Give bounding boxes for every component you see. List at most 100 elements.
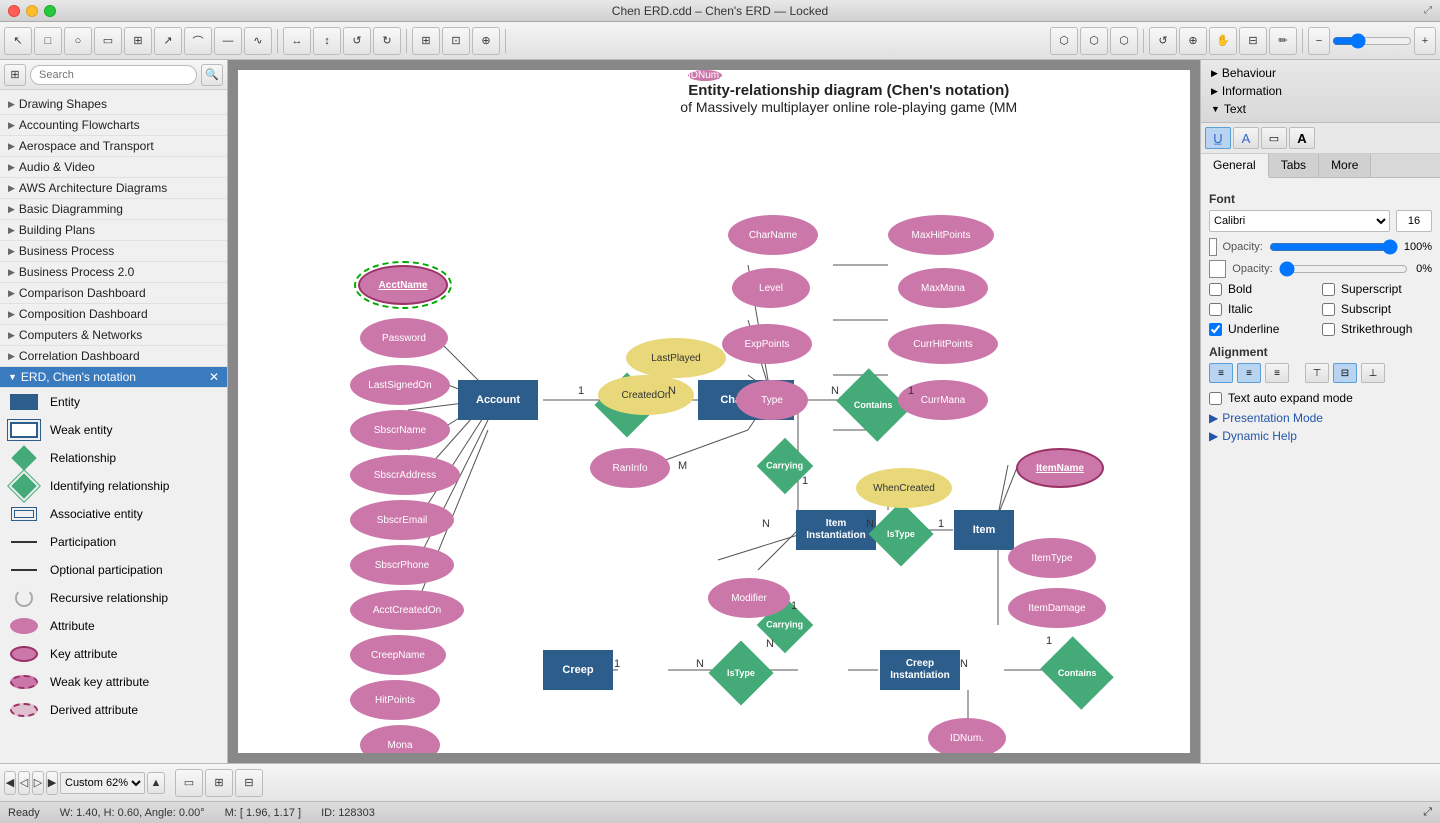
attr-charname[interactable]: CharName <box>728 215 818 255</box>
dynamic-help-link[interactable]: ▶ Dynamic Help <box>1209 427 1432 445</box>
text-color-tool[interactable]: A <box>1233 127 1259 149</box>
next-page-btn[interactable]: ▷ <box>32 771 44 795</box>
italic-checkbox[interactable] <box>1209 303 1222 316</box>
attr-exppoints[interactable]: ExpPoints <box>722 324 812 364</box>
attr-type[interactable]: Type <box>736 380 808 420</box>
behaviour-section[interactable]: ▶ Behaviour <box>1207 64 1434 82</box>
shape-weak-key-attribute[interactable]: Weak key attribute <box>0 668 227 696</box>
sidebar-view-btn[interactable]: ⊞ <box>4 64 26 86</box>
attr-modifier[interactable]: Modifier <box>708 578 790 618</box>
bezier-tool[interactable]: ∿ <box>244 27 272 55</box>
attr-currhitpoints[interactable]: CurrHitPoints <box>888 324 998 364</box>
zoom-out-icon[interactable]: − <box>1308 27 1330 55</box>
diagram-canvas[interactable]: Entity-relationship diagram (Chen's nota… <box>238 70 1190 753</box>
shape-entity[interactable]: Entity <box>0 388 227 416</box>
line-tool[interactable]: — <box>214 27 242 55</box>
text-font-tool[interactable]: A <box>1289 127 1315 149</box>
attr-mona[interactable]: Mona <box>360 725 440 753</box>
scroll-left-btn[interactable]: ◀ <box>4 771 16 795</box>
scroll-right-btn[interactable]: ▶ <box>46 771 58 795</box>
search-input[interactable] <box>30 65 197 85</box>
curved-tool[interactable]: ⌒ <box>184 27 212 55</box>
sidebar-item-business-process-20[interactable]: ▶ Business Process 2.0 <box>0 262 227 283</box>
minimize-button[interactable] <box>26 5 38 17</box>
attr-sbscrname[interactable]: SbscrName <box>350 410 450 450</box>
pencil-btn[interactable]: ✏ <box>1269 27 1297 55</box>
shape-identifying-relationship[interactable]: Identifying relationship <box>0 472 227 500</box>
subscript-checkbox[interactable] <box>1322 303 1335 316</box>
prev-page-btn[interactable]: ◁ <box>18 771 30 795</box>
bold-checkbox[interactable] <box>1209 283 1222 296</box>
attr-maxhitpoints[interactable]: MaxHitPoints <box>888 215 994 255</box>
valign-top-btn[interactable]: ⊤ <box>1305 363 1329 383</box>
zoom-select[interactable]: Custom 62% 50% 75% 100% 150% <box>60 772 145 794</box>
shape-attribute[interactable]: Attribute <box>0 612 227 640</box>
table-tool[interactable]: ⊞ <box>124 27 152 55</box>
superscript-checkbox[interactable] <box>1322 283 1335 296</box>
attr-creepname[interactable]: CreepName <box>350 635 446 675</box>
shape-derived-attribute[interactable]: Derived attribute <box>0 696 227 724</box>
sidebar-item-drawing-shapes[interactable]: ▶ Drawing Shapes <box>0 94 227 115</box>
presentation-mode-link[interactable]: ▶ Presentation Mode <box>1209 409 1432 427</box>
zoom-button[interactable] <box>44 5 56 17</box>
rotate-left[interactable]: ↺ <box>343 27 371 55</box>
attr-createdon[interactable]: CreatedOn <box>598 375 694 415</box>
canvas-area[interactable]: Entity-relationship diagram (Chen's nota… <box>228 60 1200 763</box>
rotate-right[interactable]: ↻ <box>373 27 401 55</box>
valign-middle-btn[interactable]: ⊟ <box>1333 363 1357 383</box>
single-page-btn[interactable]: ▭ <box>175 769 203 797</box>
attr-raninfo[interactable]: RanInfo <box>590 448 670 488</box>
refresh-btn[interactable]: ↺ <box>1149 27 1177 55</box>
entity-item[interactable]: Item <box>954 510 1014 550</box>
attr-sbscremail[interactable]: SbscrEmail <box>350 500 454 540</box>
relationship-contains2[interactable]: Contains <box>1040 636 1114 710</box>
shape-associative-entity[interactable]: Associative entity <box>0 500 227 528</box>
search-btn[interactable]: 🔍 <box>201 64 223 86</box>
flip-h[interactable]: ↔ <box>283 27 311 55</box>
sidebar-item-correlation-dashboard[interactable]: ▶ Correlation Dashboard <box>0 346 227 367</box>
entity-item-instantiation[interactable]: Item Instantiation <box>796 510 876 550</box>
attr-password[interactable]: Password <box>360 318 448 358</box>
maximize-icon[interactable]: ⤢ <box>1424 5 1432 16</box>
rect-tool[interactable]: □ <box>34 27 62 55</box>
shape-optional-participation[interactable]: Optional participation <box>0 556 227 584</box>
relationship-istype-item[interactable]: IsType <box>868 501 933 566</box>
color-swatch1[interactable] <box>1209 238 1217 256</box>
fit-width-btn[interactable]: ⬡ <box>1110 27 1138 55</box>
tab-more[interactable]: More <box>1319 154 1371 177</box>
text-section[interactable]: ▼ Text <box>1207 100 1434 118</box>
tab-tabs[interactable]: Tabs <box>1269 154 1319 177</box>
sidebar-item-computers-networks[interactable]: ▶ Computers & Networks <box>0 325 227 346</box>
text-bg-tool[interactable]: ▭ <box>1261 127 1287 149</box>
attr-idnum-creep[interactable]: IDNum. <box>928 718 1006 753</box>
attr-itemname[interactable]: ItemName <box>1016 448 1104 488</box>
entity-creep[interactable]: Creep <box>543 650 613 690</box>
sidebar-item-comparison-dashboard[interactable]: ▶ Comparison Dashboard <box>0 283 227 304</box>
ungroup-btn[interactable]: ⊡ <box>442 27 470 55</box>
underline-checkbox[interactable] <box>1209 323 1222 336</box>
expand-icon[interactable]: ⤢ <box>1423 806 1432 819</box>
autoexpand-checkbox[interactable] <box>1209 392 1222 405</box>
shape-recursive-relationship[interactable]: Recursive relationship <box>0 584 227 612</box>
attr-level[interactable]: Level <box>732 268 810 308</box>
flip-v[interactable]: ↕ <box>313 27 341 55</box>
sidebar-item-audio-video[interactable]: ▶ Audio & Video <box>0 157 227 178</box>
zoom-in-btn[interactable]: ⊕ <box>1179 27 1207 55</box>
text-underline-tool[interactable]: U̲ <box>1205 127 1231 149</box>
shape-key-attribute[interactable]: Key attribute <box>0 640 227 668</box>
grid-btn[interactable]: ⊟ <box>235 769 263 797</box>
shape-relationship[interactable]: Relationship <box>0 444 227 472</box>
attr-sbscraddress[interactable]: SbscrAddress <box>350 455 460 495</box>
sidebar-item-accounting[interactable]: ▶ Accounting Flowcharts <box>0 115 227 136</box>
fit-selection-btn[interactable]: ⬡ <box>1080 27 1108 55</box>
valign-bottom-btn[interactable]: ⊥ <box>1361 363 1385 383</box>
sidebar-item-basic-diagramming[interactable]: ▶ Basic Diagramming <box>0 199 227 220</box>
attr-hitpoints[interactable]: HitPoints <box>350 680 440 720</box>
opacity-slider2[interactable] <box>1279 261 1408 277</box>
align-center-btn[interactable]: ≡ <box>1237 363 1261 383</box>
relationship-istype-creep[interactable]: IsType <box>708 640 773 705</box>
sidebar-item-aerospace[interactable]: ▶ Aerospace and Transport <box>0 136 227 157</box>
select-tool[interactable]: ↖ <box>4 27 32 55</box>
strikethrough-checkbox[interactable] <box>1322 323 1335 336</box>
attr-whencreated[interactable]: WhenCreated <box>856 468 952 508</box>
